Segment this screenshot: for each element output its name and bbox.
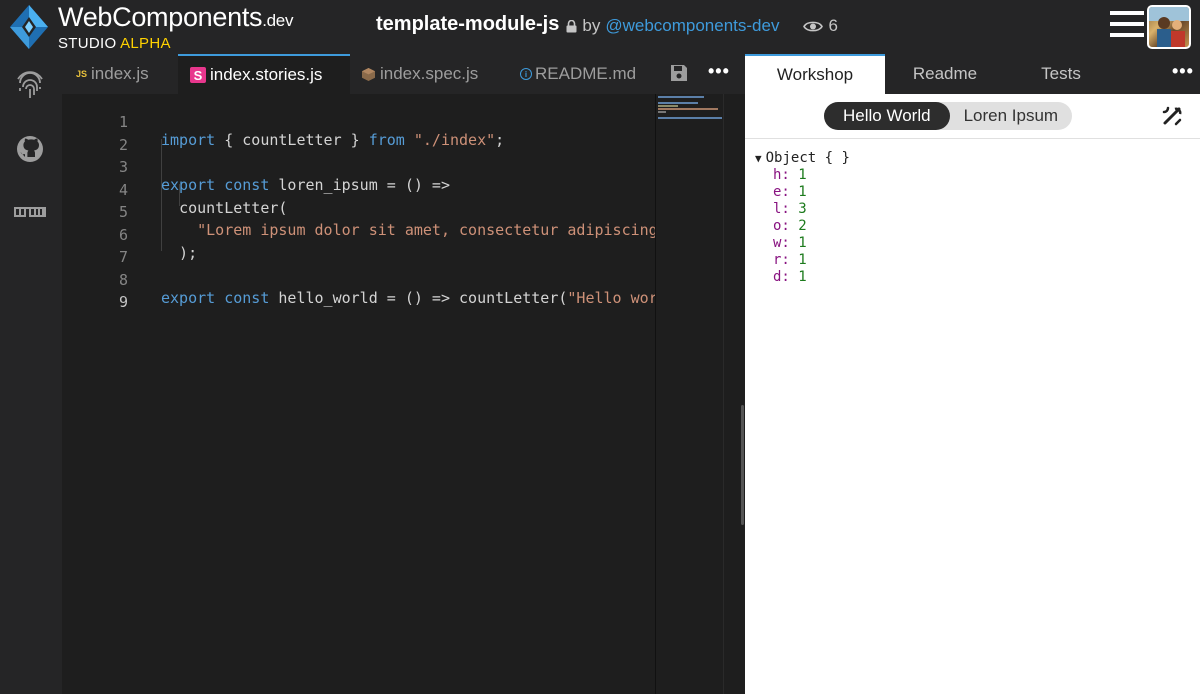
lock-icon [566, 19, 577, 32]
editor-scrollbar[interactable] [723, 94, 745, 694]
tab-label: README.md [535, 64, 637, 83]
more-icon[interactable]: ••• [708, 61, 730, 82]
js-file-icon: JS [76, 69, 88, 79]
tab-label: index.spec.js [380, 64, 479, 83]
pane-splitter-handle[interactable] [741, 405, 744, 525]
tab-label: Readme [912, 64, 978, 83]
tab-index-spec-js[interactable]: index.spec.js [350, 54, 506, 94]
code-line: 5 "Lorem ipsum dolor sit amet, consectet… [62, 185, 658, 239]
entry-value: 1 [798, 184, 807, 200]
object-header[interactable]: ▼ Object { } [755, 150, 850, 167]
divider [745, 138, 1200, 139]
studio-label: STUDIO [58, 35, 117, 52]
eye-icon [803, 21, 824, 31]
package-icon [362, 67, 375, 81]
npm-icon[interactable] [14, 197, 46, 229]
tab-label: index.js [91, 64, 149, 83]
avatar[interactable] [1147, 5, 1191, 49]
info-icon: i [520, 68, 532, 80]
brand[interactable]: WebComponents.dev STUDIO ALPHA [58, 2, 293, 51]
tab-readme-md[interactable]: i README.md [508, 54, 658, 94]
by-label: by [582, 16, 601, 35]
minimap[interactable] [655, 94, 723, 694]
entry-value: 1 [798, 269, 807, 285]
object-entry: e: 1 [755, 184, 850, 201]
entry-key: h: [773, 167, 790, 183]
workshop-panel: Hello World Loren Ipsum ▼ Object { } h: 1… [745, 94, 1200, 694]
github-icon[interactable] [14, 133, 46, 165]
object-label: Object { } [765, 150, 850, 166]
entry-key: o: [773, 218, 790, 234]
fingerprint-icon[interactable] [14, 70, 46, 102]
code-line: 4 countLetter( [62, 163, 655, 217]
code-line: 6 ); [62, 208, 655, 262]
entry-value: 2 [798, 218, 807, 234]
save-icon[interactable] [670, 64, 688, 82]
entry-value: 1 [798, 252, 807, 268]
brand-name: WebComponents [58, 2, 263, 32]
menu-icon[interactable] [1110, 11, 1144, 41]
story-loren-ipsum[interactable]: Loren Ipsum [950, 102, 1073, 130]
object-entry: h: 1 [755, 167, 850, 184]
entry-value: 3 [798, 201, 807, 217]
top-bar: WebComponents.dev STUDIO ALPHA template-… [0, 0, 1200, 54]
object-entry: d: 1 [755, 269, 850, 286]
tab-tests[interactable]: Tests [991, 54, 1131, 94]
editor-tab-bar: JS index.js S index.stories.js index.spe… [62, 54, 745, 94]
activity-bar [0, 54, 62, 694]
project-info: template-module-js by @webcomponents-dev… [376, 13, 838, 36]
code-line: 9 [62, 275, 655, 311]
code-line: 8 export const hello_world = () => count… [62, 253, 658, 307]
caret-down-icon[interactable]: ▼ [755, 152, 762, 165]
view-count: 6 [828, 16, 838, 35]
tab-index-stories-js[interactable]: S index.stories.js [178, 54, 350, 94]
line-number: 9 [118, 293, 128, 311]
brand-suffix: .dev [262, 11, 294, 30]
tools-icon[interactable] [1162, 106, 1182, 126]
code-line: 3 export const loren_ipsum = () => [62, 140, 655, 194]
alpha-label: ALPHA [120, 35, 171, 52]
story-hello-world[interactable]: Hello World [824, 102, 950, 130]
entry-key: l: [773, 201, 790, 217]
tab-label: Tests [1041, 64, 1081, 83]
tab-index-js[interactable]: JS index.js [64, 54, 176, 94]
code-line: 7 [62, 230, 655, 266]
object-entry: r: 1 [755, 252, 850, 269]
storybook-icon: S [190, 67, 206, 83]
entry-key: e: [773, 184, 790, 200]
project-name[interactable]: template-module-js [376, 13, 559, 36]
story-toggle: Hello World Loren Ipsum [824, 102, 1073, 130]
entry-key: r: [773, 252, 790, 268]
code-editor[interactable]: 1 import { countLetter } from "./index";… [62, 94, 658, 694]
more-icon[interactable]: ••• [1172, 61, 1194, 82]
console-output: ▼ Object { } h: 1 e: 1 l: 3 o: 2 w: 1 r: … [755, 150, 850, 286]
code-line: 1 import { countLetter } from "./index"; [62, 95, 655, 149]
tab-label: Workshop [776, 65, 854, 84]
owner-link[interactable]: @webcomponents-dev [605, 16, 779, 36]
preview-tab-bar: Workshop Readme Tests ••• [745, 54, 1200, 94]
tab-label: index.stories.js [210, 65, 323, 84]
entry-value: 1 [798, 235, 807, 251]
object-entry: w: 1 [755, 235, 850, 252]
object-entry: l: 3 [755, 201, 850, 218]
entry-value: 1 [798, 167, 807, 183]
tab-workshop[interactable]: Workshop [745, 54, 885, 94]
object-entry: o: 2 [755, 218, 850, 235]
webcomponents-logo[interactable] [10, 5, 48, 49]
entry-key: w: [773, 235, 790, 251]
code-line: 2 [62, 118, 655, 154]
entry-key: d: [773, 269, 790, 285]
